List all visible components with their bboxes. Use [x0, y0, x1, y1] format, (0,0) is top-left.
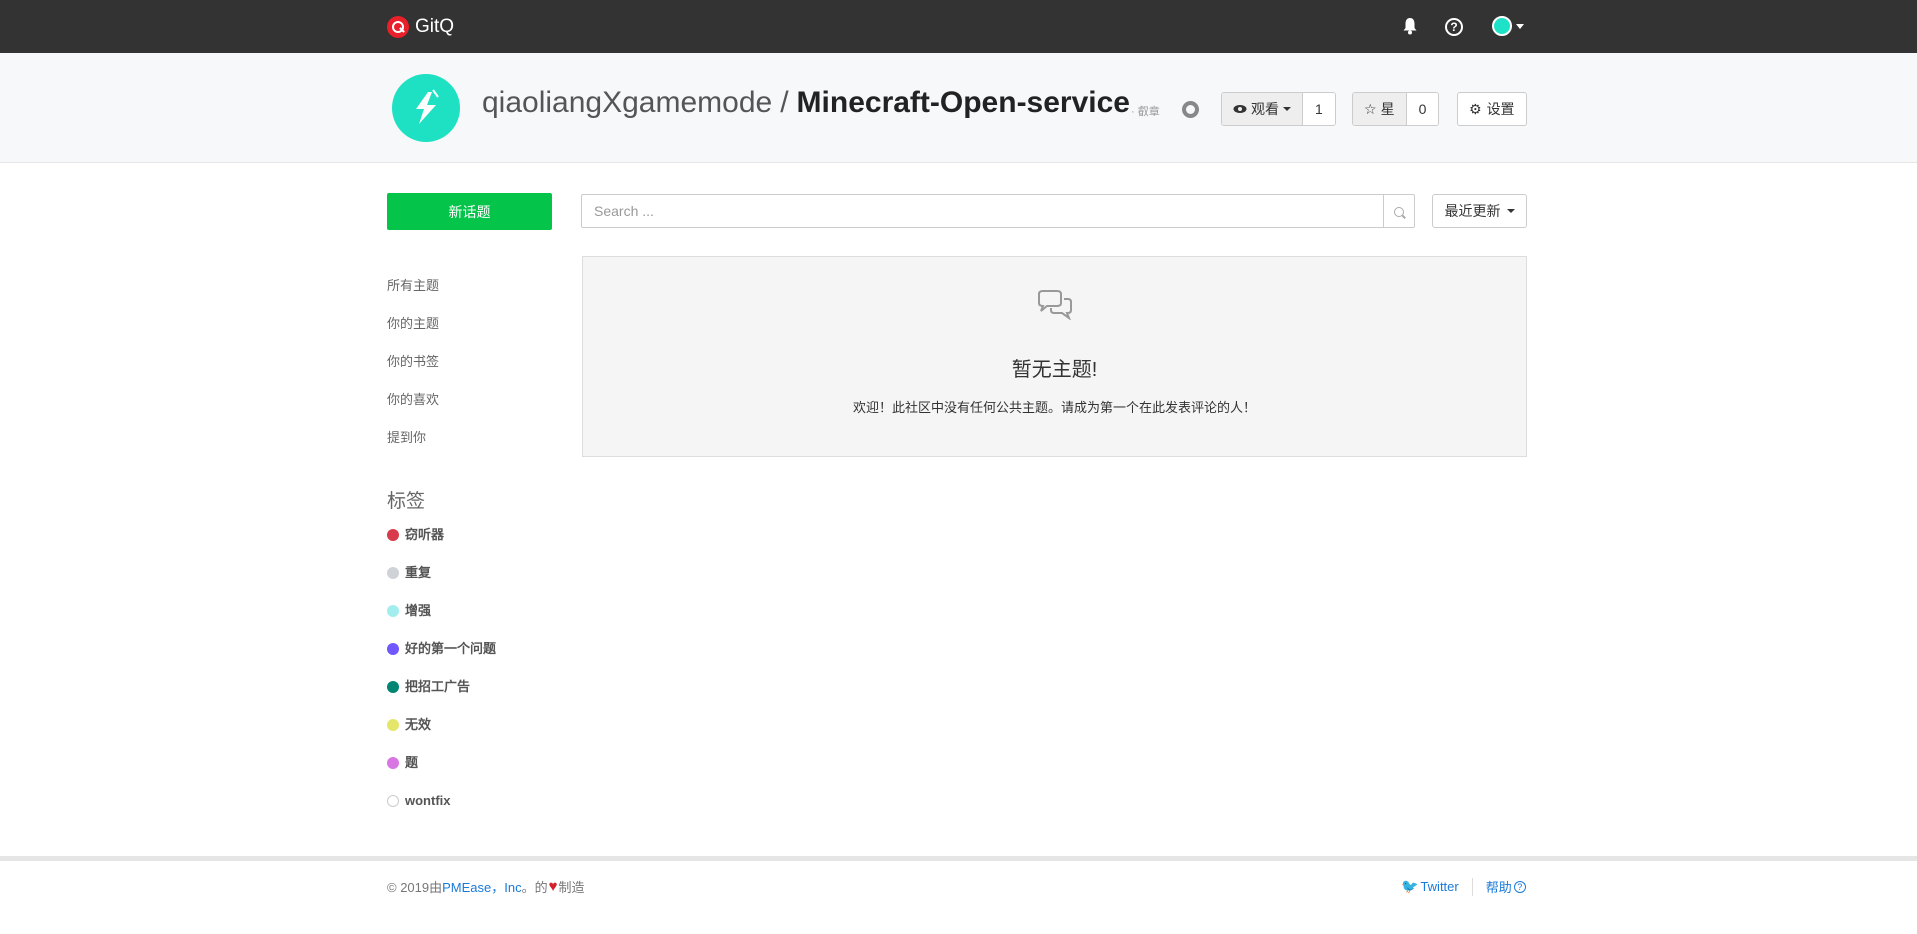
search-input[interactable] — [582, 195, 1383, 227]
filter-your-likes[interactable]: 你的喜欢 — [387, 390, 439, 428]
label-item[interactable]: 重复 — [387, 563, 496, 601]
help-link[interactable]: 帮助 — [1486, 877, 1512, 896]
bell-icon[interactable] — [1402, 17, 1418, 35]
help-circle-icon: ? — [1513, 880, 1526, 893]
brand-link[interactable]: GitQ — [387, 16, 454, 38]
watch-button[interactable]: 观看 — [1222, 93, 1303, 125]
repo-owner-link[interactable]: qiaoliangXgamemode — [482, 86, 772, 119]
chevron-down-icon — [1506, 209, 1515, 213]
label-item[interactable]: 把招工广告 — [387, 677, 496, 715]
repo-name-link[interactable]: Minecraft-Open-service — [797, 86, 1130, 119]
label-name: 增强 — [405, 603, 432, 618]
label-list: 窃听器 重复 增强 好的第一个问题 把招工广告 无效 题 wontfix — [387, 525, 496, 829]
new-topic-button[interactable]: 新话题 — [387, 193, 552, 230]
filter-your-topics[interactable]: 你的主题 — [387, 314, 439, 352]
label-item[interactable]: 题 — [387, 753, 496, 791]
label-name: wontfix — [405, 793, 451, 808]
twitter-icon: 🐦 — [1401, 878, 1419, 894]
label-item[interactable]: wontfix — [387, 791, 496, 829]
label-color-dot — [387, 681, 399, 693]
repo-header: qiaoliangXgamemode / Minecraft-Open-servic… — [0, 53, 1917, 163]
filter-mentions[interactable]: 提到你 — [387, 428, 439, 466]
filter-all-topics[interactable]: 所有主题 — [387, 276, 439, 314]
label-name: 窃听器 — [405, 527, 445, 542]
label-color-dot — [387, 567, 399, 579]
github-icon[interactable] — [1182, 101, 1199, 118]
sort-label: 最近更新 — [1444, 203, 1501, 219]
settings-label: 设置 — [1486, 101, 1515, 117]
chevron-down-icon — [1283, 107, 1291, 111]
label-color-dot — [387, 795, 399, 807]
twitter-link[interactable]: Twitter — [1420, 879, 1458, 894]
label-name: 把招工广告 — [405, 679, 471, 694]
search-box — [581, 194, 1415, 228]
label-name: 重复 — [405, 565, 432, 580]
settings-button[interactable]: ⚙ 设置 — [1457, 92, 1527, 126]
heart-icon: ♥ — [548, 878, 558, 895]
empty-topics-panel: 暂无主题! 欢迎！此社区中没有任何公共主题。请成为第一个在此发表评论的人！ — [582, 256, 1527, 457]
watch-label: 观看 — [1251, 101, 1279, 117]
label-name: 好的第一个问题 — [405, 641, 497, 656]
repo-avatar[interactable] — [392, 74, 460, 142]
watch-count[interactable]: 1 — [1303, 93, 1335, 125]
label-name: 题 — [405, 755, 419, 770]
comments-icon — [1038, 290, 1072, 320]
star-count[interactable]: 0 — [1406, 93, 1439, 125]
star-button-group: ☆ 星 0 — [1352, 92, 1440, 126]
label-item[interactable]: 增强 — [387, 601, 496, 639]
repo-title: qiaoliangXgamemode / Minecraft-Open-servic… — [482, 86, 1130, 120]
gear-icon: ⚙ — [1469, 100, 1482, 117]
labels-heading: 标签 — [387, 491, 426, 512]
chevron-down-icon — [1516, 23, 1524, 29]
star-button[interactable]: ☆ 星 — [1353, 93, 1407, 125]
footer-credits: © 2019由 PMEase，Inc 。的 ♥ 制造 — [387, 877, 585, 896]
empty-description: 欢迎！此社区中没有任何公共主题。请成为第一个在此发表评论的人！ — [852, 400, 1256, 415]
label-item[interactable]: 窃听器 — [387, 525, 496, 563]
sort-dropdown[interactable]: 最近更新 — [1432, 194, 1527, 228]
user-avatar — [1492, 16, 1512, 36]
star-icon: ☆ — [1364, 100, 1377, 117]
label-color-dot — [387, 757, 399, 769]
forked-label: · 叡章 — [1131, 106, 1160, 118]
eye-icon — [1233, 105, 1247, 113]
label-color-dot — [387, 643, 399, 655]
filter-your-bookmarks[interactable]: 你的书签 — [387, 352, 439, 390]
footer-divider — [0, 856, 1917, 861]
help-icon[interactable]: ? — [1445, 18, 1463, 36]
label-color-dot — [387, 605, 399, 617]
top-navbar: GitQ ? — [0, 0, 1917, 53]
company-link[interactable]: PMEase，Inc — [442, 877, 521, 896]
made-with-text: 。的 — [521, 880, 548, 895]
watch-button-group: 观看 1 — [1221, 92, 1336, 126]
empty-title: 暂无主题! — [1011, 359, 1098, 381]
gitq-logo-icon — [387, 16, 409, 38]
topic-filter-list: 所有主题 你的主题 你的书签 你的喜欢 提到你 — [387, 276, 439, 466]
label-item[interactable]: 好的第一个问题 — [387, 639, 496, 677]
user-menu[interactable] — [1492, 16, 1524, 36]
star-label: 星 — [1380, 101, 1395, 117]
label-name: 无效 — [405, 717, 432, 732]
repo-separator: / — [780, 86, 789, 119]
label-item[interactable]: 无效 — [387, 715, 496, 753]
footer-links: 🐦 Twitter 帮助 ? — [1401, 877, 1526, 896]
label-color-dot — [387, 719, 399, 731]
label-color-dot — [387, 529, 399, 541]
copyright-text: © 2019由 — [387, 880, 443, 895]
search-icon[interactable] — [1383, 195, 1414, 227]
made-suffix-text: 制造 — [558, 880, 585, 895]
brand-name: GitQ — [415, 16, 455, 37]
footer-link-divider — [1471, 877, 1473, 896]
